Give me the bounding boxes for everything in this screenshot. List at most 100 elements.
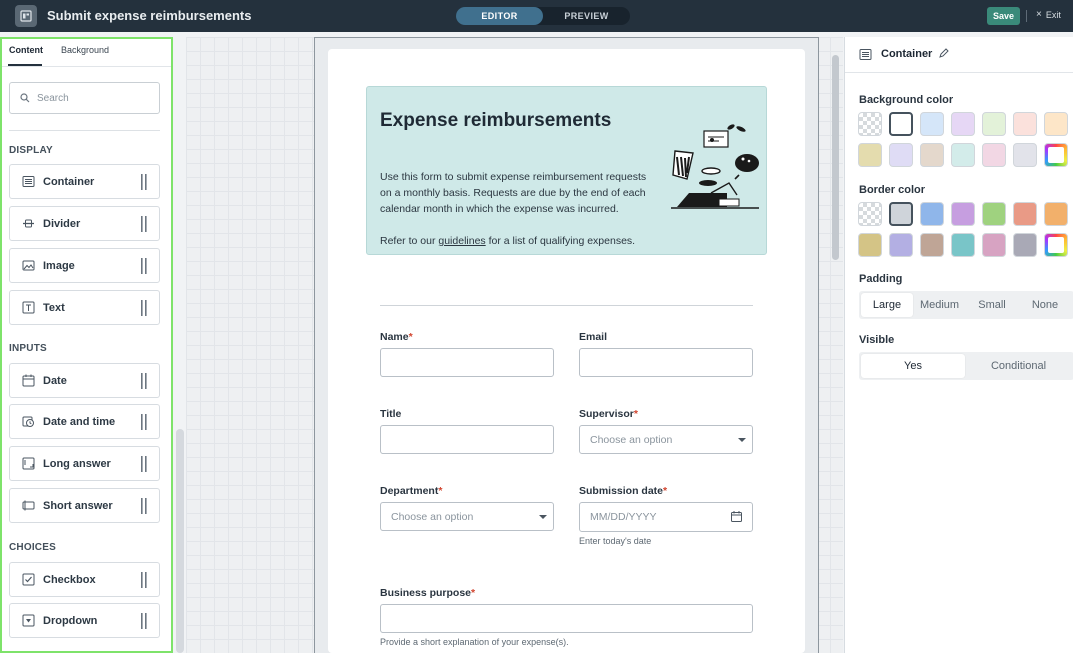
component-image[interactable]: Image — [9, 248, 160, 283]
section-inputs: INPUTS — [9, 343, 47, 354]
background-color-swatch[interactable] — [858, 112, 882, 136]
checkbox-icon — [22, 573, 35, 586]
canvas-scrollbar[interactable] — [832, 55, 839, 260]
submission-date-field[interactable]: MM/DD/YYYY — [579, 502, 753, 532]
business-purpose-label: Business purpose* — [380, 587, 476, 599]
page-title: Submit expense reimbursements — [47, 8, 252, 23]
exit-button[interactable]: × Exit — [1036, 9, 1061, 20]
text-icon — [22, 301, 35, 314]
background-color-swatch[interactable] — [920, 112, 944, 136]
guidelines-link[interactable]: guidelines — [438, 235, 485, 247]
border-color-swatch[interactable] — [951, 233, 975, 257]
background-color-swatch[interactable] — [951, 143, 975, 167]
date-hint: Enter today's date — [579, 536, 652, 546]
pencil-icon[interactable] — [939, 48, 949, 58]
visible-label: Visible — [859, 334, 895, 346]
border-color-swatch[interactable] — [982, 202, 1006, 226]
drag-handle-icon[interactable] — [141, 300, 147, 316]
border-color-swatch[interactable] — [920, 202, 944, 226]
drag-handle-icon[interactable] — [141, 174, 147, 190]
background-color-swatch[interactable] — [889, 112, 913, 136]
close-icon: × — [1036, 9, 1042, 20]
component-dropdown[interactable]: Dropdown — [9, 603, 160, 638]
component-date-and-time[interactable]: Date and time — [9, 404, 160, 439]
component-label: Date and time — [43, 415, 116, 428]
background-color-swatch[interactable] — [1044, 112, 1068, 136]
border-color-swatch[interactable] — [858, 233, 882, 257]
border-color-swatch[interactable] — [889, 202, 913, 226]
background-color-swatch[interactable] — [982, 112, 1006, 136]
background-color-swatch[interactable] — [1013, 143, 1037, 167]
title-label: Title — [380, 408, 402, 420]
component-text[interactable]: Text — [9, 290, 160, 325]
component-label: Short answer — [43, 499, 113, 512]
business-purpose-field[interactable] — [380, 604, 753, 633]
border-color-swatch[interactable] — [920, 233, 944, 257]
date-placeholder: MM/DD/YYYY — [590, 511, 657, 523]
drag-handle-icon[interactable] — [141, 373, 147, 389]
background-color-swatch[interactable] — [1013, 112, 1037, 136]
padding-small-option[interactable]: Small — [966, 293, 1018, 317]
form-title: Expense reimbursements — [380, 110, 612, 131]
background-color-swatch[interactable] — [920, 143, 944, 167]
tab-content[interactable]: Content — [9, 45, 43, 55]
supervisor-dropdown[interactable]: Choose an option — [579, 425, 753, 454]
supervisor-placeholder: Choose an option — [590, 433, 673, 446]
border-color-swatch[interactable] — [951, 202, 975, 226]
background-color-swatch[interactable] — [889, 143, 913, 167]
drag-handle-icon[interactable] — [141, 498, 147, 514]
border-color-swatch[interactable] — [982, 233, 1006, 257]
calendar-icon[interactable] — [731, 511, 742, 522]
component-long-answer[interactable]: Long answer — [9, 446, 160, 481]
drag-handle-icon[interactable] — [141, 456, 147, 472]
department-dropdown[interactable]: Choose an option — [380, 502, 554, 531]
title-field[interactable] — [380, 425, 554, 454]
drag-handle-icon[interactable] — [141, 414, 147, 430]
padding-none-option[interactable]: None — [1018, 293, 1072, 317]
visible-yes-option[interactable]: Yes — [861, 354, 965, 378]
component-date[interactable]: Date — [9, 363, 160, 398]
border-color-swatch[interactable] — [1044, 202, 1068, 226]
component-short-answer[interactable]: Short answer — [9, 488, 160, 523]
search-input[interactable]: Search — [9, 82, 160, 114]
drag-handle-icon[interactable] — [141, 258, 147, 274]
drag-handle-icon[interactable] — [141, 613, 147, 629]
border-color-swatch[interactable] — [1013, 233, 1037, 257]
visible-conditional-option[interactable]: Conditional — [965, 354, 1072, 378]
border-color-swatch[interactable] — [889, 233, 913, 257]
component-label: Image — [43, 259, 75, 272]
email-field[interactable] — [579, 348, 753, 377]
app-icon — [15, 5, 37, 27]
background-color-swatch[interactable] — [1044, 143, 1068, 167]
tab-background[interactable]: Background — [61, 45, 109, 55]
border-color-swatch[interactable] — [1013, 202, 1037, 226]
name-field[interactable] — [380, 348, 554, 377]
clock-calendar-icon — [22, 415, 35, 428]
component-label: Long answer — [43, 457, 111, 470]
save-button[interactable]: Save — [987, 7, 1020, 25]
short-answer-icon — [22, 499, 35, 512]
component-container[interactable]: Container — [9, 164, 160, 199]
padding-large-option[interactable]: Large — [861, 293, 913, 317]
department-placeholder: Choose an option — [391, 510, 474, 523]
form-divider — [380, 305, 753, 306]
form-header-container[interactable]: Expense reimbursements Use this form to … — [366, 86, 767, 255]
drag-handle-icon[interactable] — [141, 572, 147, 588]
email-label: Email — [579, 331, 608, 343]
padding-medium-option[interactable]: Medium — [913, 293, 966, 317]
component-checkbox[interactable]: Checkbox — [9, 562, 160, 597]
submission-date-label: Submission date* — [579, 485, 668, 497]
background-color-swatch[interactable] — [951, 112, 975, 136]
component-divider[interactable]: Divider — [9, 206, 160, 241]
editor-mode-button[interactable]: EDITOR — [456, 7, 543, 25]
border-color-swatch[interactable] — [858, 202, 882, 226]
background-color-swatch[interactable] — [982, 143, 1006, 167]
border-color-label: Border color — [859, 184, 926, 196]
preview-mode-button[interactable]: PREVIEW — [543, 7, 630, 25]
drag-handle-icon[interactable] — [141, 216, 147, 232]
image-icon — [22, 259, 35, 272]
border-color-swatch[interactable] — [1044, 233, 1068, 257]
left-panel-scrollbar[interactable] — [176, 429, 184, 653]
background-color-swatch[interactable] — [858, 143, 882, 167]
divider — [9, 130, 160, 131]
